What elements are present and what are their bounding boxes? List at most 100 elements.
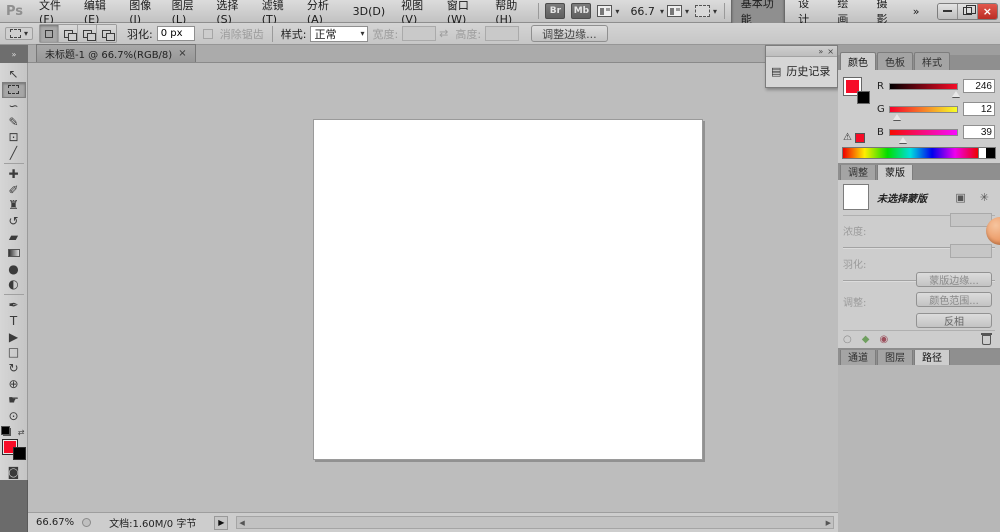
document-tab[interactable]: 未标题-1 @ 66.7%(RGB/8) × — [36, 44, 196, 62]
default-colors-icon[interactable] — [3, 428, 11, 436]
blue-slider[interactable] — [889, 129, 958, 136]
spectrum-white-cell[interactable] — [978, 148, 986, 158]
chevron-down-icon[interactable]: ▾ — [660, 7, 664, 16]
move-tool[interactable]: ↖ — [2, 66, 26, 82]
dodge-tool[interactable]: ◐ — [2, 277, 26, 293]
apply-mask-icon[interactable]: ◆ — [862, 334, 870, 345]
tool-preset-picker[interactable]: ▾ — [5, 27, 33, 40]
blue-value-input[interactable] — [963, 125, 995, 139]
tab-color[interactable]: 颜色 — [840, 52, 876, 70]
screen-mode-button[interactable]: ▾ — [695, 5, 717, 17]
red-slider[interactable] — [889, 83, 958, 90]
refine-edge-button[interactable]: 调整边缘... — [531, 25, 608, 42]
crop-tool[interactable]: ⊡ — [2, 130, 26, 146]
clone-stamp-tool[interactable]: ♜ — [2, 198, 26, 214]
dodge-icon: ◐ — [8, 278, 18, 290]
load-selection-from-mask-icon[interactable]: ○ — [843, 334, 852, 345]
lasso-tool[interactable]: ∽ — [2, 98, 26, 114]
gamut-warning-icon[interactable]: ⚠ — [843, 132, 852, 143]
status-options-button[interactable]: ▶ — [214, 516, 228, 530]
quick-selection-tool[interactable]: ✎ — [2, 114, 26, 130]
width-label: 宽度: — [372, 26, 398, 42]
hand-tool[interactable]: ☛ — [2, 392, 26, 408]
scroll-right-icon[interactable]: ▶ — [826, 519, 831, 527]
rectangular-marquee-tool[interactable] — [2, 82, 26, 98]
color-spectrum-ramp[interactable] — [842, 147, 996, 159]
blue-slider-thumb[interactable] — [899, 137, 907, 143]
scroll-left-icon[interactable]: ◀ — [239, 519, 244, 527]
panel-dock: 颜色 色板 样式 R G — [838, 45, 1000, 532]
style-value: 正常 — [314, 26, 336, 42]
horizontal-scrollbar[interactable]: ◀ ▶ — [236, 516, 834, 529]
add-vector-mask-icon[interactable]: ✳ — [980, 191, 989, 204]
pen-tool[interactable]: ✒ — [2, 297, 26, 313]
invert-button[interactable]: 反相 — [916, 313, 992, 328]
feather-input[interactable] — [157, 26, 195, 41]
close-panel-icon[interactable]: × — [827, 47, 834, 56]
status-zoom-input[interactable]: 66.67% — [36, 517, 74, 528]
style-select[interactable]: 正常 ▾ — [310, 26, 368, 42]
launch-mini-bridge-button[interactable]: Mb — [571, 3, 591, 19]
new-selection-button[interactable] — [40, 25, 59, 42]
window-controls: × — [937, 3, 998, 20]
mask-feather-input — [950, 244, 992, 258]
3d-rotate-icon: ↻ — [8, 362, 18, 374]
3d-orbit-tool[interactable]: ⊕ — [2, 376, 26, 392]
green-value-input[interactable] — [963, 102, 995, 116]
spectrum-gradient[interactable] — [843, 148, 978, 158]
subtract-from-selection-button[interactable] — [78, 25, 97, 42]
minimize-button[interactable] — [938, 4, 958, 19]
history-brush-tool[interactable]: ↺ — [2, 213, 26, 229]
red-value-input[interactable] — [963, 79, 995, 93]
tab-styles[interactable]: 样式 — [914, 52, 950, 70]
chevron-down-icon: ▾ — [360, 29, 364, 38]
tools-panel-collapse-button[interactable]: » — [0, 45, 28, 63]
type-tool[interactable]: T — [2, 313, 26, 329]
expand-panel-icon[interactable]: » — [818, 47, 823, 56]
panel-background-swatch[interactable] — [857, 91, 870, 104]
add-to-selection-button[interactable] — [59, 25, 78, 42]
mask-edge-button[interactable]: 蒙版边缘... — [916, 272, 992, 287]
tab-swatches[interactable]: 色板 — [877, 52, 913, 70]
double-chevron-icon: » — [12, 50, 17, 59]
delete-mask-icon[interactable] — [982, 335, 991, 345]
document-close-icon[interactable]: × — [178, 48, 186, 59]
document-canvas[interactable] — [313, 119, 703, 460]
color-range-button[interactable]: 颜色范围... — [916, 292, 992, 307]
3d-rotate-tool[interactable]: ↻ — [2, 360, 26, 376]
spectrum-black-cell[interactable] — [986, 148, 995, 158]
eyedropper-tool[interactable]: ╱ — [2, 145, 26, 161]
zoom-tool[interactable]: ⊙ — [2, 408, 26, 424]
red-slider-thumb[interactable] — [952, 91, 960, 97]
rectangle-tool[interactable]: □ — [2, 345, 26, 361]
background-color-swatch[interactable] — [13, 447, 26, 460]
path-selection-tool[interactable]: ▶ — [2, 329, 26, 345]
history-panel-button[interactable]: ▤ 历史记录 — [766, 57, 837, 85]
panel-color-swatches — [844, 78, 870, 104]
arrange-documents-button[interactable]: ▾ — [667, 5, 689, 17]
intersect-selection-button[interactable] — [97, 25, 116, 42]
disable-mask-icon[interactable]: ◉ — [879, 334, 888, 345]
green-slider[interactable] — [889, 106, 958, 113]
launch-bridge-button[interactable]: Br — [545, 3, 565, 19]
green-slider-thumb[interactable] — [893, 114, 901, 120]
menu-3d[interactable]: 3D(D) — [345, 3, 394, 20]
eraser-tool[interactable]: ▰ — [2, 229, 26, 245]
view-extras-button[interactable]: ▾ — [597, 5, 619, 17]
spot-healing-brush-tool[interactable]: ✚ — [2, 166, 26, 182]
gradient-tool[interactable] — [2, 245, 26, 261]
restore-button[interactable] — [958, 4, 978, 19]
workspace-overflow-button[interactable]: » — [905, 3, 928, 20]
brush-tool[interactable]: ✐ — [2, 182, 26, 198]
quick-mask-icon: ◙ — [8, 466, 20, 478]
height-input — [485, 26, 519, 41]
gradient-icon — [8, 249, 20, 257]
antialias-checkbox[interactable] — [203, 29, 213, 39]
close-button[interactable]: × — [978, 4, 997, 19]
closest-color-swatch[interactable] — [855, 133, 865, 143]
zoom-level-value[interactable]: 66.7 — [630, 5, 655, 18]
add-pixel-mask-icon[interactable]: ▣ — [955, 191, 965, 204]
swap-colors-icon[interactable]: ⇄ — [18, 428, 25, 437]
quick-mask-button[interactable]: ◙ — [2, 464, 26, 480]
blur-tool[interactable]: ● — [2, 261, 26, 277]
